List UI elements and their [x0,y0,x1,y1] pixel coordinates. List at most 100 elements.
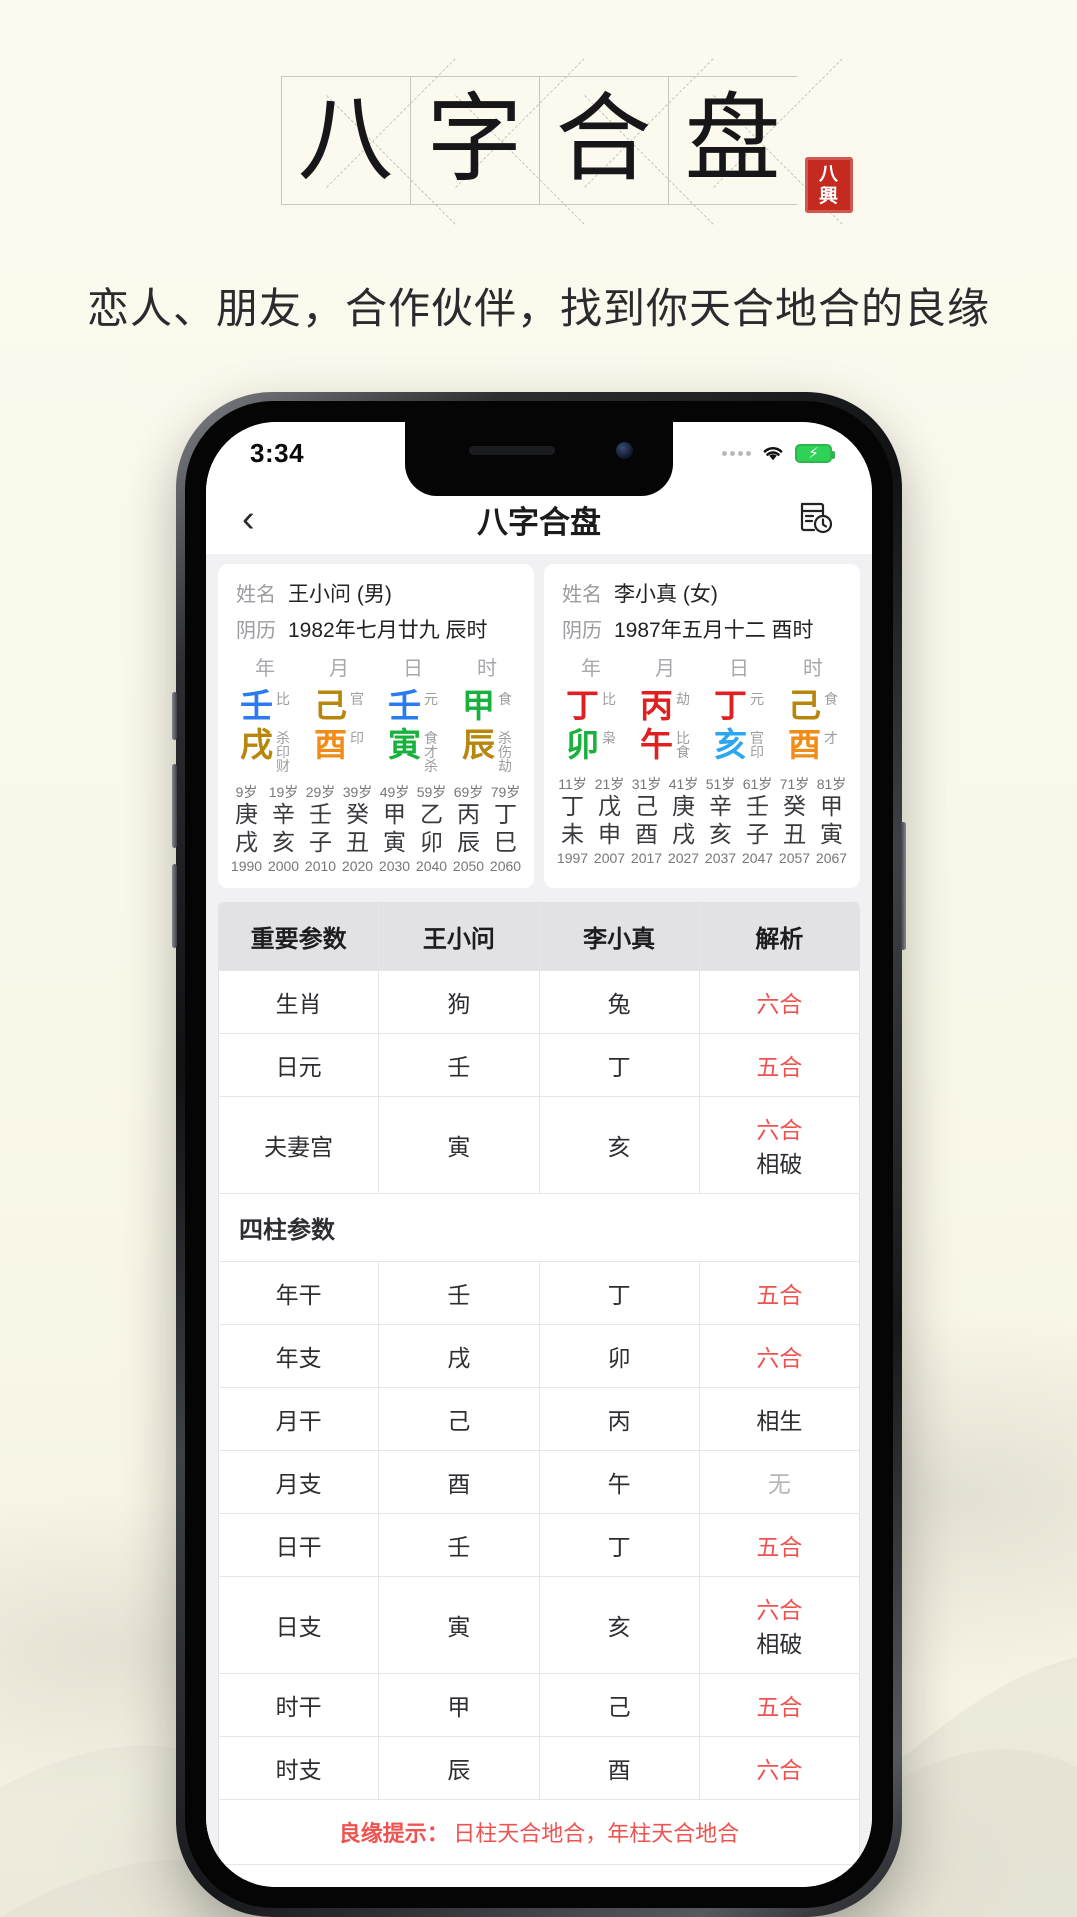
stem-ten-god-tags: 食 [498,691,512,707]
earthly-branch: 酉 [314,724,347,764]
mute-switch[interactable] [172,692,177,740]
power-button[interactable] [901,822,906,950]
bazi-pillars[interactable]: 壬 比 戌 杀印财 己 官 酉 印 壬 元 寅 食 才 杀 甲 食 辰 杀 伤 … [228,686,524,773]
luck-cycle-item[interactable]: 21岁 戊 申 2007 [591,775,628,868]
pillar-header: 日 [403,658,423,680]
analysis-result: 相破 [756,1630,803,1657]
name-value: 李小真 (女) [614,583,718,606]
luck-cycle-item[interactable]: 19岁 辛 亥 2000 [265,783,302,876]
luck-year: 2037 [704,849,737,866]
luck-branch: 戌 [672,821,695,848]
pillar-header: 年 [255,658,275,680]
luck-cycle-item[interactable]: 29岁 壬 子 2010 [302,783,339,876]
earthly-branch: 亥 [714,724,747,764]
earthly-branch-row: 酉 印 [302,724,376,765]
table-cell-analysis: 六合 相破 [700,1577,859,1673]
luck-cycle-item[interactable]: 31岁 己 酉 2017 [628,775,665,868]
phone-mockup: 3:34 ⚡ ‹ 八字合盘 姓名 王小问 (男) 阴历 1982年七月廿九 辰时… [172,392,906,1917]
name-label: 姓名 [562,584,602,606]
name-field: 姓名 王小问 (男) [228,578,524,608]
volume-up-button[interactable] [172,764,177,848]
heavenly-stem-row: 甲 食 [450,686,524,726]
table-row[interactable]: 日支寅亥六合 相破 [219,1576,859,1674]
luck-cycle-item[interactable]: 81岁 甲 寅 2067 [813,775,850,868]
table-cell: 己 [540,1673,700,1736]
table-cell: 时支 [219,1736,380,1799]
luck-cycle-item[interactable]: 71岁 癸 丑 2057 [776,775,813,868]
status-time: 3:34 [250,437,305,468]
pillar-header: 月 [329,658,349,680]
lunar-date-field: 阴历 1987年五月十二 酉时 [554,614,850,644]
branch-ten-god-tags: 比食 [676,729,690,760]
table-row[interactable]: 时干甲己 五合 [219,1673,859,1737]
analysis-result: 六合 [756,990,803,1017]
table-row[interactable]: 日元壬丁 五合 [219,1033,859,1097]
luck-stem: 甲 [383,801,406,828]
luck-stem: 乙 [420,801,443,828]
luck-age: 71岁 [779,775,810,792]
table-section-row: 四柱参数 [219,1194,859,1262]
luck-year: 1990 [230,857,263,874]
wifi-icon [763,447,783,461]
heavenly-stem: 丁 [714,686,747,725]
table-cell: 年干 [219,1261,380,1324]
title-grid-boxes: 八 字 合 盘 八 興 [280,76,853,213]
luck-cycle-row[interactable]: 9岁 庚 戌 1990 19岁 辛 亥 2000 29岁 壬 子 2010 39… [228,783,524,876]
stem-ten-god-tags: 比 [602,691,616,707]
volume-down-button[interactable] [172,864,177,948]
table-cell: 月支 [219,1450,380,1513]
table-row[interactable]: 月支酉午 无 [219,1450,859,1514]
heavenly-stem-row: 己 官 [302,686,376,726]
table-cell-analysis: 无 [700,1451,859,1513]
pillar-column: 己 官 酉 印 [302,686,376,773]
table-header-cell: 王小问 [379,902,540,970]
luck-cycle-item[interactable]: 51岁 辛 亥 2037 [702,775,739,868]
analysis-result: 六合 [756,1756,803,1783]
title-char: 盘 [684,82,781,195]
luck-cycle-item[interactable]: 9岁 庚 戌 1990 [228,783,265,876]
luck-cycle-item[interactable]: 39岁 癸 丑 2020 [339,783,376,876]
table-row[interactable]: 年干壬丁 五合 [219,1261,859,1325]
luck-cycle-item[interactable]: 59岁 乙 卯 2040 [413,783,450,876]
luck-cycle-item[interactable]: 69岁 丙 辰 2050 [450,783,487,876]
pillar-headers: 年 月 日 时 [554,652,850,681]
luck-stem: 癸 [783,793,806,820]
luck-cycle-row[interactable]: 11岁 丁 未 1997 21岁 戊 申 2007 31岁 己 酉 2017 4… [554,775,850,868]
luck-age: 61岁 [742,775,773,792]
table-row[interactable]: 生肖狗兔 六合 [219,970,859,1034]
luck-branch: 亥 [272,829,295,856]
table-header-cell: 李小真 [540,902,700,970]
table-row[interactable]: 月干己丙 相生 [219,1387,859,1451]
luck-cycle-item[interactable]: 61岁 壬 子 2047 [739,775,776,868]
table-row[interactable]: 时支辰酉 六合 [219,1736,859,1800]
pillar-headers: 年 月 日 时 [228,652,524,681]
table-row[interactable]: 日干壬丁 五合 [219,1513,859,1577]
table-cell: 生肖 [219,970,380,1033]
table-cell: 寅 [379,1576,540,1673]
table-cell: 己 [379,1387,540,1450]
luck-age: 79岁 [490,783,521,800]
heavenly-stem-row: 丙 劫 [628,686,702,726]
analysis-result: 五合 [756,1281,803,1308]
branch-ten-god-tags: 官印 [750,729,764,760]
battery-charging-icon: ⚡ [795,443,835,463]
table-cell: 年支 [219,1324,380,1387]
bazi-pillars[interactable]: 丁 比 卯 枭 丙 劫 午 比食 丁 元 亥 官 印 己 食 酉 才 [554,686,850,765]
history-button[interactable] [796,497,836,542]
luck-cycle-item[interactable]: 79岁 丁 巳 2060 [487,783,524,876]
branch-ten-god-tags: 才 [824,729,838,746]
luck-cycle-item[interactable]: 49岁 甲 寅 2030 [376,783,413,876]
table-row[interactable]: 年支戌卯 六合 [219,1324,859,1388]
table-cell: 夫妻宫 [219,1096,380,1193]
heavenly-stem: 壬 [240,686,273,725]
table-row[interactable]: 夫妻宫寅亥六合 相破 [219,1096,859,1194]
luck-stem: 己 [635,793,658,820]
luck-cycle-item[interactable]: 41岁 庚 戌 2027 [665,775,702,868]
status-icons: ⚡ [722,443,835,463]
table-cell: 兔 [540,970,700,1033]
luck-branch: 酉 [635,821,658,848]
luck-cycle-item[interactable]: 11岁 丁 未 1997 [554,775,591,868]
luck-age: 21岁 [594,775,625,792]
lunar-value: 1987年五月十二 酉时 [614,619,814,642]
pillar-column: 壬 元 寅 食才杀 [376,686,450,773]
